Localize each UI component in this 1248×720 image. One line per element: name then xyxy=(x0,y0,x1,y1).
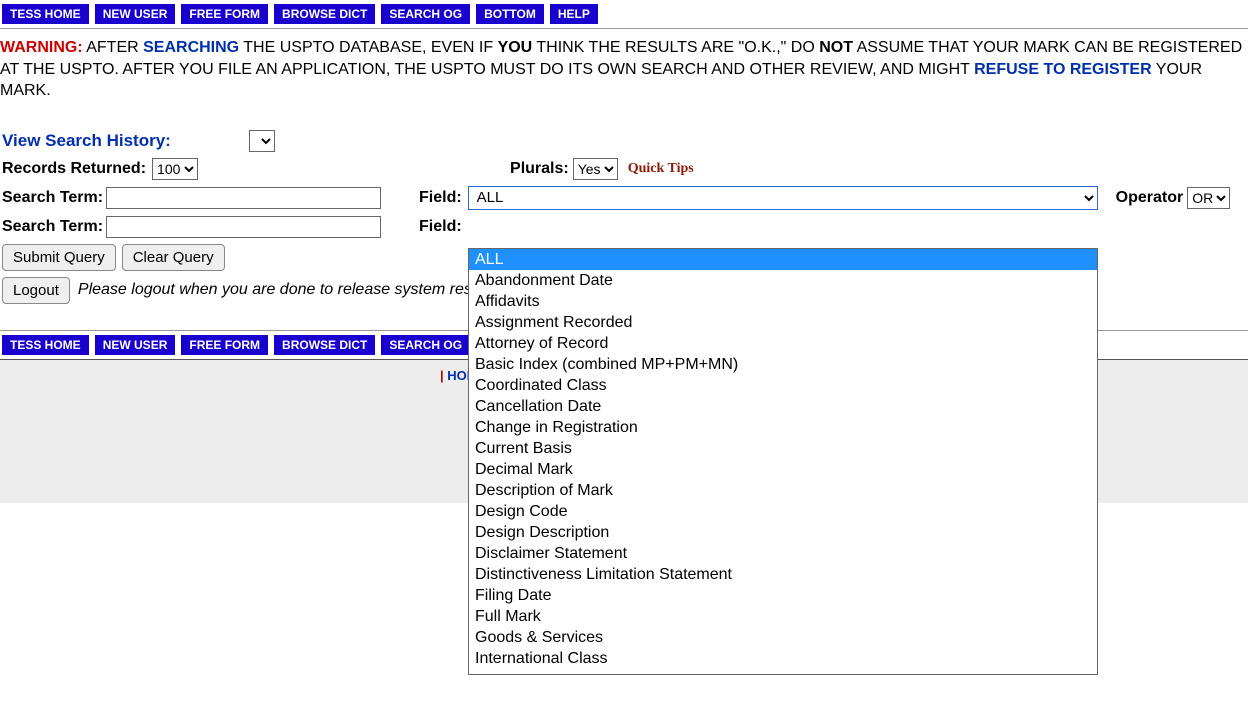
field-1-label: Field: xyxy=(419,189,462,207)
search-term-2-label: Search Term: xyxy=(2,218,106,236)
search-term-2-input[interactable] xyxy=(106,216,381,238)
field-option[interactable]: Attorney of Record xyxy=(469,333,1097,354)
nav2-free-form[interactable]: FREE FORM xyxy=(181,335,268,355)
field-option[interactable]: ALL xyxy=(469,249,1097,270)
warning-paragraph: WARNING: AFTER SEARCHING THE USPTO DATAB… xyxy=(0,29,1248,102)
nav2-new-user[interactable]: NEW USER xyxy=(95,335,176,355)
view-search-history-select[interactable] xyxy=(249,130,275,152)
logout-button[interactable]: Logout xyxy=(2,277,70,304)
field-option[interactable]: Distinctiveness Limitation Statement xyxy=(469,564,1097,585)
nav2-tess-home[interactable]: TESS HOME xyxy=(2,335,89,355)
field-dropdown-listbox[interactable]: ALLAbandonment DateAffidavitsAssignment … xyxy=(468,248,1098,675)
field-option[interactable]: Design Code xyxy=(469,501,1097,522)
footer-pipe: | xyxy=(440,368,444,383)
clear-query-button[interactable]: Clear Query xyxy=(122,244,225,271)
records-returned-label: Records Returned: xyxy=(2,160,146,178)
field-option[interactable]: Goods & Services xyxy=(469,627,1097,648)
operator-select[interactable]: OR xyxy=(1187,187,1230,209)
field-option[interactable]: Change in Registration xyxy=(469,417,1097,438)
warning-you: YOU xyxy=(498,39,533,56)
field-option[interactable]: Basic Index (combined MP+PM+MN) xyxy=(469,354,1097,375)
field-option[interactable]: Disclaimer Statement xyxy=(469,543,1097,564)
view-search-history-label: View Search History: xyxy=(2,131,171,151)
field-option[interactable]: Design Description xyxy=(469,522,1097,543)
nav2-search-og[interactable]: SEARCH OG xyxy=(381,335,470,355)
search-term-1-label: Search Term: xyxy=(2,189,106,207)
field-option[interactable]: Full Mark xyxy=(469,606,1097,627)
warning-text-1: AFTER xyxy=(83,39,143,56)
field-option[interactable]: Cancellation Date xyxy=(469,396,1097,417)
field-2-label: Field: xyxy=(419,218,462,236)
field-option[interactable]: Coordinated Class xyxy=(469,375,1097,396)
quick-tips-link[interactable]: Quick Tips xyxy=(628,161,694,177)
field-option[interactable]: Assignment Recorded xyxy=(469,312,1097,333)
search-term-1-input[interactable] xyxy=(106,187,381,209)
logout-note: Please logout when you are done to relea… xyxy=(78,281,472,299)
field-option[interactable]: International Class xyxy=(469,648,1097,669)
plurals-label: Plurals: xyxy=(510,160,569,178)
warning-text-3: THINK THE RESULTS ARE "O.K.," DO xyxy=(532,39,819,56)
nav2-browse-dict[interactable]: BROWSE DICT xyxy=(274,335,375,355)
warning-text-2: THE USPTO DATABASE, EVEN IF xyxy=(239,39,497,56)
warning-not: NOT xyxy=(819,39,853,56)
nav-new-user[interactable]: NEW USER xyxy=(95,4,176,24)
records-returned-select[interactable]: 100 xyxy=(152,158,198,180)
nav-bottom[interactable]: BOTTOM xyxy=(476,4,544,24)
submit-query-button[interactable]: Submit Query xyxy=(2,244,116,271)
field-1-select[interactable]: ALL xyxy=(468,186,1098,210)
plurals-select[interactable]: Yes xyxy=(573,158,618,180)
refuse-to-register-link[interactable]: REFUSE TO REGISTER xyxy=(974,61,1152,78)
nav-search-og[interactable]: SEARCH OG xyxy=(381,4,470,24)
nav-tess-home[interactable]: TESS HOME xyxy=(2,4,89,24)
field-option[interactable]: Affidavits xyxy=(469,291,1097,312)
field-option[interactable]: Description of Mark xyxy=(469,480,1097,501)
nav-free-form[interactable]: FREE FORM xyxy=(181,4,268,24)
field-option[interactable]: Filing Date xyxy=(469,585,1097,606)
field-option[interactable]: Abandonment Date xyxy=(469,270,1097,291)
operator-label: Operator xyxy=(1116,189,1184,207)
field-option[interactable]: Decimal Mark xyxy=(469,459,1097,480)
nav-browse-dict[interactable]: BROWSE DICT xyxy=(274,4,375,24)
nav-help[interactable]: HELP xyxy=(550,4,598,24)
warning-label: WARNING: xyxy=(0,39,83,56)
field-option[interactable]: Current Basis xyxy=(469,438,1097,459)
warning-searching: SEARCHING xyxy=(143,39,239,56)
top-nav-bar: TESS HOME NEW USER FREE FORM BROWSE DICT… xyxy=(0,0,1248,28)
